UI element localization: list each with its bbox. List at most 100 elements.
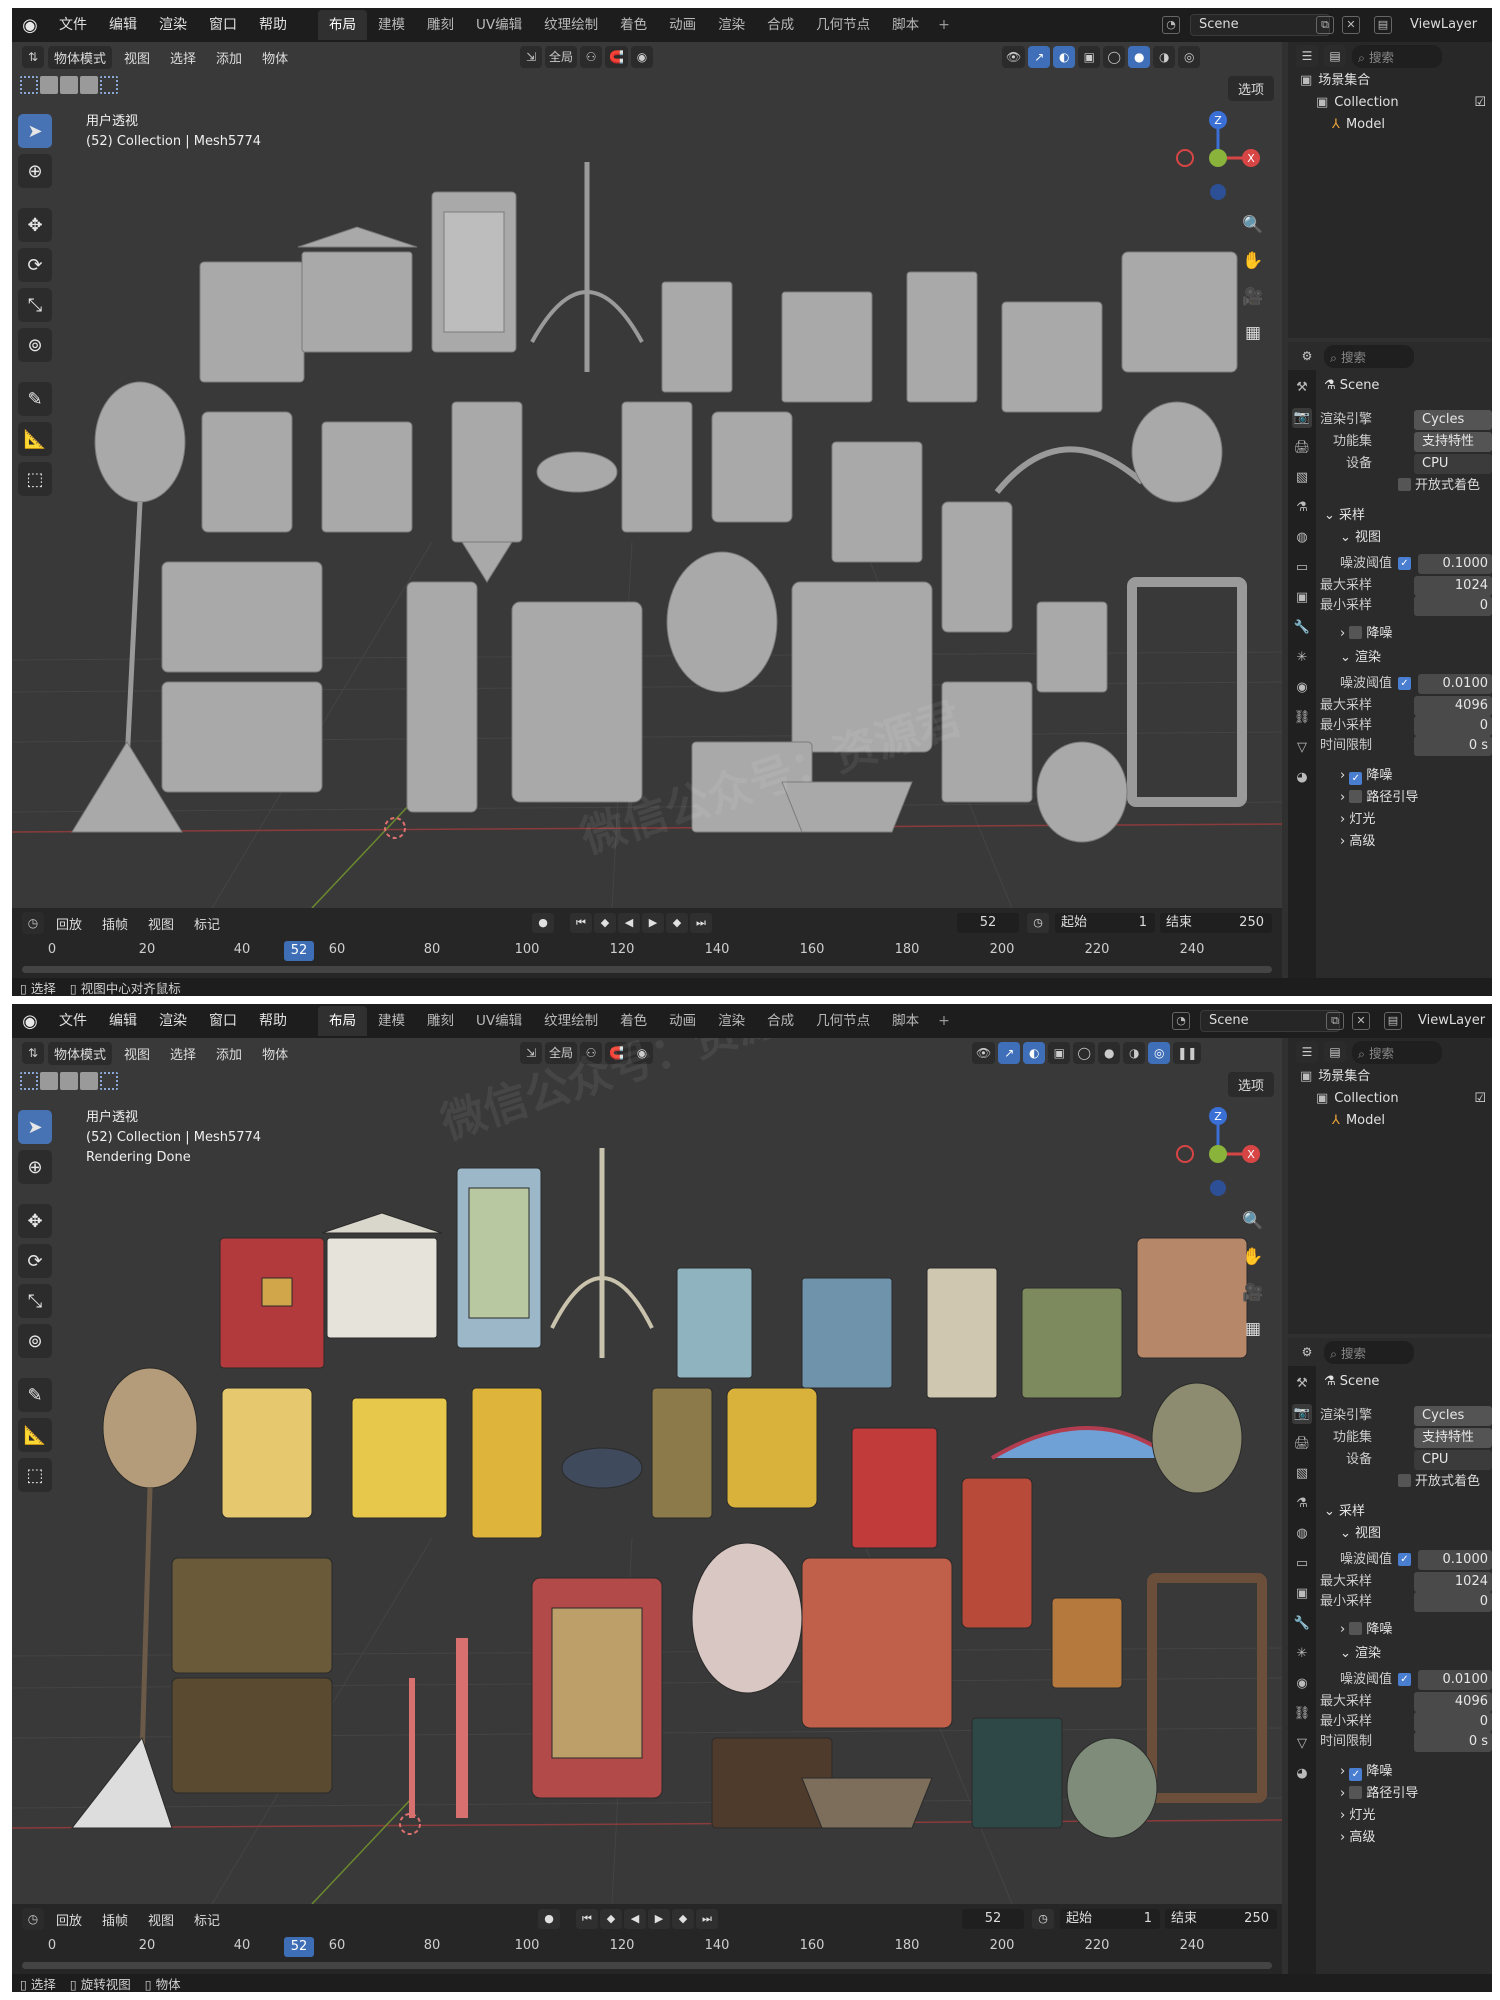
properties-editor-icon[interactable]: ⚙ bbox=[1296, 1341, 1318, 1363]
select-box-tool-icon[interactable]: ➤ bbox=[18, 114, 52, 148]
outliner-search[interactable]: ⌕ 搜索 bbox=[1352, 1040, 1442, 1064]
material-tab-icon[interactable]: ◕ bbox=[1292, 768, 1312, 788]
scene-selector-icon[interactable]: ◔ bbox=[1162, 16, 1180, 34]
timeline-scrollbar[interactable] bbox=[22, 966, 1272, 973]
menu-add[interactable]: 添加 bbox=[208, 1042, 250, 1065]
tab-scripting[interactable]: 脚本 bbox=[881, 1006, 930, 1036]
next-keyframe-icon[interactable]: ◆ bbox=[666, 913, 688, 933]
outliner-model[interactable]: ⅄ Model bbox=[1288, 114, 1492, 136]
options-dropdown[interactable]: 选项 bbox=[1227, 76, 1274, 101]
display-mode-icon[interactable]: ▤ bbox=[1324, 45, 1346, 67]
select-extend-icon[interactable] bbox=[40, 76, 58, 94]
view-layer-tab-icon[interactable]: ▧ bbox=[1292, 1464, 1312, 1484]
collection-tab-icon[interactable]: ▭ bbox=[1292, 1554, 1312, 1574]
menu-view[interactable]: 视图 bbox=[116, 46, 158, 69]
menu-timeline-view[interactable]: 视图 bbox=[140, 912, 182, 935]
mode-dropdown[interactable]: 物体模式 bbox=[48, 1041, 113, 1065]
auto-key-icon[interactable]: ● bbox=[532, 913, 554, 933]
timeline-scrollbar[interactable] bbox=[22, 1962, 1272, 1969]
vp-noise-threshold-field[interactable]: 0.1000 bbox=[1418, 1550, 1492, 1570]
modifier-tab-icon[interactable]: 🔧 bbox=[1292, 1614, 1312, 1634]
menu-keying[interactable]: 插帧 bbox=[94, 1908, 136, 1931]
menu-edit[interactable]: 编辑 bbox=[98, 8, 148, 42]
options-dropdown[interactable]: 选项 bbox=[1227, 1072, 1274, 1097]
outliner-scene-collection[interactable]: ▣ 场景集合 bbox=[1288, 1066, 1492, 1088]
measure-tool-icon[interactable]: 📐 bbox=[18, 422, 52, 456]
camera-view-icon[interactable]: 🎥 bbox=[1240, 1280, 1266, 1306]
wireframe-shading-icon[interactable]: ◯ bbox=[1073, 1042, 1096, 1064]
pan-hand-icon[interactable]: ✋ bbox=[1240, 1244, 1266, 1270]
cursor-tool-icon[interactable]: ⊕ bbox=[18, 1150, 52, 1184]
view-layer-field[interactable]: ViewLayer bbox=[1418, 1010, 1485, 1032]
tab-texture-paint[interactable]: 纹理绘制 bbox=[533, 10, 609, 40]
tab-layout[interactable]: 布局 bbox=[318, 10, 367, 40]
visibility-icon[interactable]: 👁 bbox=[1002, 46, 1026, 68]
tab-texture-paint[interactable]: 纹理绘制 bbox=[533, 1006, 609, 1036]
tab-geometry-nodes[interactable]: 几何节点 bbox=[805, 10, 881, 40]
transform-orientation-dropdown[interactable]: 全局 bbox=[545, 1042, 578, 1064]
world-tab-icon[interactable]: ◍ bbox=[1292, 528, 1312, 548]
add-workspace-icon[interactable]: + bbox=[930, 10, 958, 40]
path-guiding-subpanel[interactable]: › 路径引导 bbox=[1340, 1784, 1492, 1804]
checkbox-icon[interactable]: ✓ bbox=[1398, 1553, 1411, 1566]
device-dropdown[interactable]: CPU bbox=[1414, 1450, 1492, 1470]
checkbox-icon[interactable]: ✓ bbox=[1349, 772, 1363, 785]
select-new-icon[interactable] bbox=[20, 1072, 38, 1090]
tab-sculpting[interactable]: 雕刻 bbox=[416, 10, 465, 40]
menu-timeline-view[interactable]: 视图 bbox=[140, 1908, 182, 1931]
object-tab-icon[interactable]: ▣ bbox=[1292, 1584, 1312, 1604]
collection-tab-icon[interactable]: ▭ bbox=[1292, 558, 1312, 578]
outliner-collection[interactable]: ▣ Collection ☑ bbox=[1288, 92, 1492, 114]
tab-layout[interactable]: 布局 bbox=[318, 1006, 367, 1036]
tab-modeling[interactable]: 建模 bbox=[367, 10, 416, 40]
annotate-tool-icon[interactable]: ✎ bbox=[18, 1378, 52, 1412]
material-shading-icon[interactable]: ◑ bbox=[1153, 46, 1176, 68]
play-icon[interactable]: ▶ bbox=[642, 913, 664, 933]
perspective-toggle-icon[interactable]: ▦ bbox=[1240, 1316, 1266, 1342]
snap-icon[interactable]: 🧲 bbox=[605, 1042, 628, 1064]
xray-toggle-icon[interactable]: ▣ bbox=[1078, 46, 1101, 68]
viewport-subpanel[interactable]: ⌄ 视图 bbox=[1340, 528, 1492, 548]
material-tab-icon[interactable]: ◕ bbox=[1292, 1764, 1312, 1784]
xray-toggle-icon[interactable]: ▣ bbox=[1048, 1042, 1071, 1064]
scene-selector-icon[interactable]: ◔ bbox=[1172, 1012, 1190, 1030]
r-min-samples-field[interactable]: 0 bbox=[1414, 1712, 1492, 1732]
frame-ruler[interactable]: 0 20 40 60 80 100 120 140 160 180 200 22… bbox=[12, 1936, 1282, 1958]
tab-scripting[interactable]: 脚本 bbox=[881, 10, 930, 40]
pause-render-icon[interactable]: ❚❚ bbox=[1173, 1042, 1202, 1064]
menu-render[interactable]: 渲染 bbox=[148, 1004, 198, 1038]
render-tab-icon[interactable]: 📷 bbox=[1292, 408, 1312, 428]
menu-window[interactable]: 窗口 bbox=[198, 8, 248, 42]
menu-view[interactable]: 视图 bbox=[116, 1042, 158, 1065]
select-intersect-icon[interactable] bbox=[100, 1072, 118, 1090]
play-reverse-icon[interactable]: ◀ bbox=[624, 1909, 646, 1929]
lights-subpanel[interactable]: › 灯光 bbox=[1340, 810, 1492, 830]
menu-select[interactable]: 选择 bbox=[162, 1042, 204, 1065]
checkbox-icon[interactable] bbox=[1349, 626, 1363, 639]
checkbox-icon[interactable] bbox=[1398, 1474, 1411, 1487]
view-layer-tab-icon[interactable]: ▧ bbox=[1292, 468, 1312, 488]
3d-viewport[interactable]: ⇅ 物体模式 视图 选择 添加 物体 ⇲ 全局 ⚇ 🧲 ◉ 👁 ↗ ◐ ▣ ◯ … bbox=[12, 42, 1282, 908]
pivot-point-icon[interactable]: ⚇ bbox=[580, 1042, 603, 1064]
outliner-search[interactable]: ⌕ 搜索 bbox=[1352, 44, 1442, 68]
outliner-editor-icon[interactable]: ☰ bbox=[1296, 1041, 1318, 1063]
tab-uv-editing[interactable]: UV编辑 bbox=[465, 1006, 533, 1036]
menu-file[interactable]: 文件 bbox=[48, 1004, 98, 1038]
scene-field[interactable]: Scene bbox=[1200, 1010, 1340, 1032]
navigation-gizmo[interactable]: Z X bbox=[1168, 1104, 1268, 1204]
select-new-icon[interactable] bbox=[20, 76, 38, 94]
select-extend-icon[interactable] bbox=[40, 1072, 58, 1090]
r-noise-threshold-field[interactable]: 0.0100 bbox=[1418, 674, 1492, 694]
tab-modeling[interactable]: 建模 bbox=[367, 1006, 416, 1036]
open-shading-row[interactable]: 开放式着色 bbox=[1318, 1472, 1492, 1492]
checkbox-icon[interactable]: ☑ bbox=[1474, 92, 1486, 114]
start-frame-field[interactable]: 起始 1 bbox=[1060, 1909, 1160, 1929]
tab-shading[interactable]: 着色 bbox=[609, 10, 658, 40]
annotate-tool-icon[interactable]: ✎ bbox=[18, 382, 52, 416]
timeline-editor-icon[interactable]: ◷ bbox=[22, 1908, 44, 1930]
current-frame-field[interactable]: 52 bbox=[957, 913, 1019, 933]
mode-dropdown[interactable]: 物体模式 bbox=[48, 45, 113, 69]
output-tab-icon[interactable]: 🖨 bbox=[1292, 438, 1312, 458]
timeline-editor-icon[interactable]: ◷ bbox=[22, 912, 44, 934]
select-intersect-icon[interactable] bbox=[100, 76, 118, 94]
